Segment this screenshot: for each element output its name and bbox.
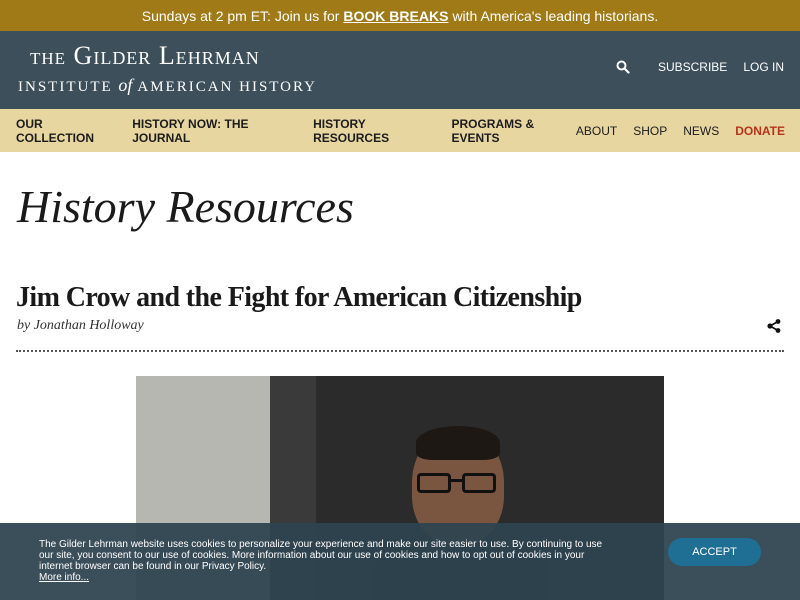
share-icon[interactable]	[767, 319, 781, 333]
subscribe-link[interactable]: SUBSCRIBE	[658, 60, 727, 74]
logo-american-history: AMERICAN HISTORY	[137, 79, 318, 95]
speaker-hair	[416, 426, 500, 460]
nav-news[interactable]: NEWS	[683, 124, 719, 138]
article-title: Jim Crow and the Fight for American Citi…	[16, 282, 582, 313]
cookie-accept-button[interactable]: ACCEPT	[668, 538, 761, 566]
article-byline: by Jonathan Holloway	[17, 318, 144, 333]
promo-text-suffix: with America's leading historians.	[452, 7, 659, 24]
speaker-glasses-left	[417, 473, 451, 493]
nav-our-collection[interactable]: OUR COLLECTION	[16, 117, 116, 145]
nav-history-now[interactable]: HISTORY NOW: THE JOURNAL	[132, 117, 297, 145]
nav-shop[interactable]: SHOP	[633, 124, 667, 138]
logo-title: The Gilder Lehrman	[18, 43, 317, 72]
secondary-nav: ABOUT SHOP NEWS DONATE	[576, 124, 785, 138]
promo-text-prefix: Sundays at 2 pm ET: Join us for	[141, 7, 340, 24]
logo-subtitle: INSTITUTE of AMERICAN HISTORY	[18, 73, 317, 99]
login-link[interactable]: LOG IN	[743, 60, 784, 74]
search-icon[interactable]	[616, 60, 630, 74]
nav-history-resources[interactable]: HISTORY RESOURCES	[313, 117, 435, 145]
promo-banner: Sundays at 2 pm ET: Join us for BOOK BRE…	[0, 0, 800, 31]
nav-donate[interactable]: DONATE	[735, 124, 785, 138]
cookie-more-info-link[interactable]: More info...	[39, 572, 619, 583]
logo-name: Gilder Lehrman	[73, 41, 260, 70]
speaker-glasses-right	[462, 473, 496, 493]
primary-nav: OUR COLLECTION HISTORY NOW: THE JOURNAL …	[16, 117, 576, 145]
logo-of: of	[118, 75, 133, 95]
page-title: History Resources	[17, 181, 354, 232]
main-nav: OUR COLLECTION HISTORY NOW: THE JOURNAL …	[0, 109, 800, 152]
logo-the: The	[30, 49, 67, 68]
cookie-notice: The Gilder Lehrman website uses cookies …	[0, 523, 800, 600]
cookie-message: The Gilder Lehrman website uses cookies …	[39, 539, 603, 572]
site-header: The Gilder Lehrman INSTITUTE of AMERICAN…	[0, 31, 800, 109]
site-logo[interactable]: The Gilder Lehrman INSTITUTE of AMERICAN…	[18, 43, 317, 99]
byline-divider	[16, 350, 784, 352]
nav-programs-events[interactable]: PROGRAMS & EVENTS	[451, 117, 575, 145]
nav-about[interactable]: ABOUT	[576, 124, 617, 138]
logo-institute: INSTITUTE	[18, 79, 113, 95]
speaker-glasses-bridge	[450, 479, 463, 482]
book-breaks-link[interactable]: BOOK BREAKS	[343, 8, 448, 24]
utility-nav: SUBSCRIBE LOG IN	[616, 60, 784, 74]
cookie-text-block: The Gilder Lehrman website uses cookies …	[39, 539, 619, 583]
